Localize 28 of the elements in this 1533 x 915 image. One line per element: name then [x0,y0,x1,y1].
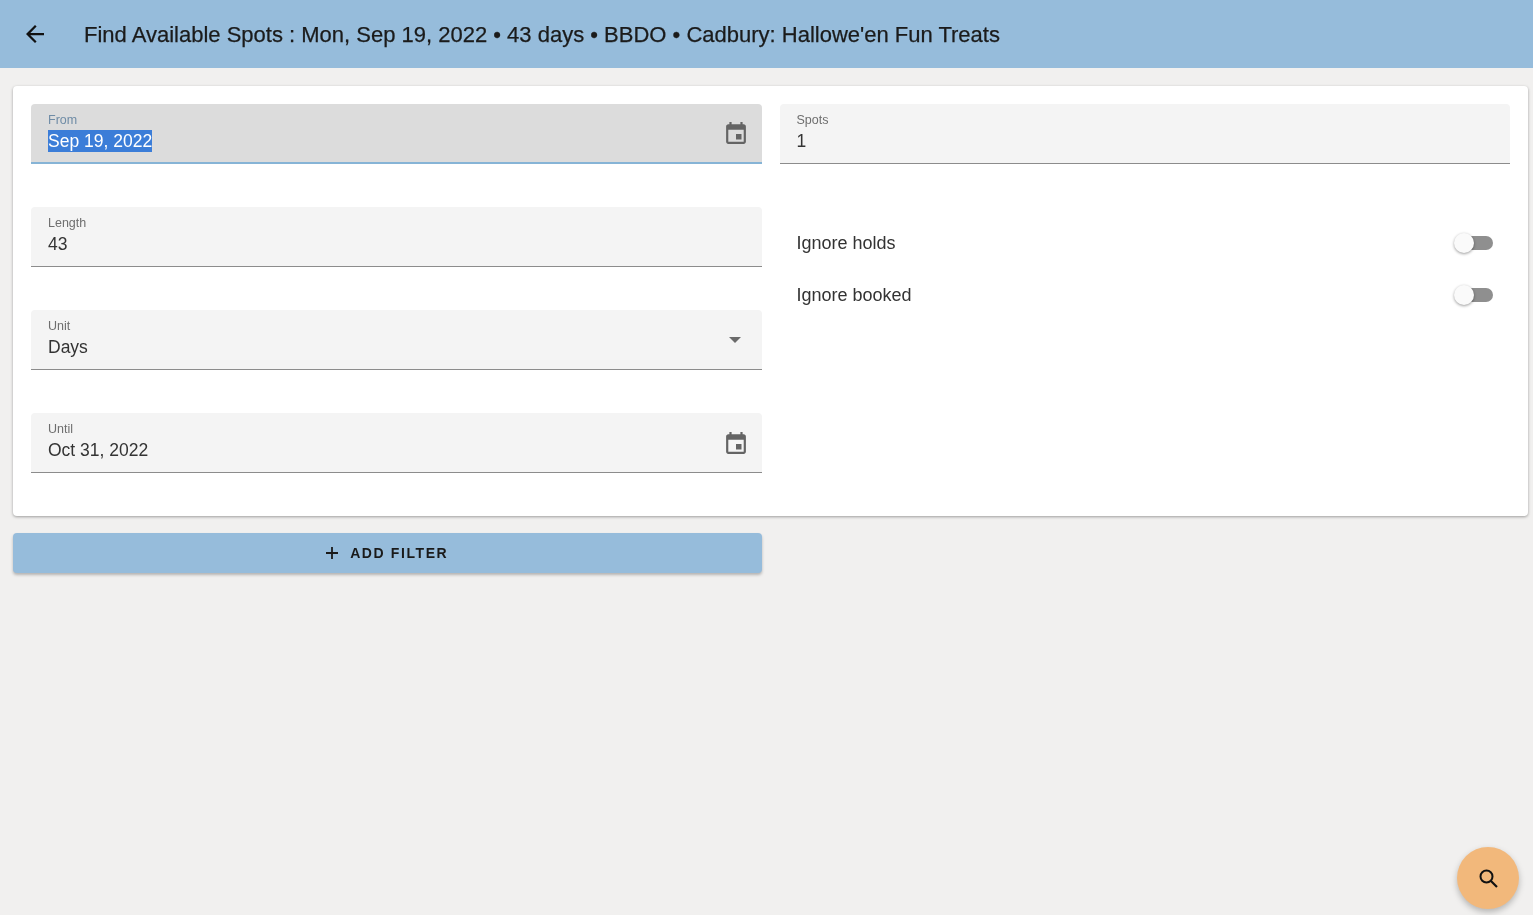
search-icon [1478,868,1498,888]
toggle-switch[interactable] [1453,232,1493,254]
field-value: 1 [796,130,807,152]
back-arrow-icon [26,25,44,43]
add-filter-button[interactable]: ADD FILTER [13,533,762,573]
caret-icon [728,336,741,343]
switch-label: Ignore booked [796,283,912,307]
field-label: Length [48,216,87,230]
text-field[interactable]: Length 43 [31,207,762,267]
plus-icon [326,547,339,559]
text-field[interactable]: Spots 1 [779,104,1510,164]
switch-label: Ignore holds [796,231,896,255]
field-value: 43 [48,233,68,255]
page-title: Find Available Spots : Mon, Sep 19, 2022 • 43 days • BBDO • Cadbury: Hallowe'en Fun Treats [84,20,1000,49]
field-label: Until [48,422,73,436]
field-label: Spots [796,113,829,127]
date-field[interactable]: Until Oct 31, 2022 [31,413,762,473]
dropdown-field[interactable]: Unit Days [31,310,762,370]
field-value: Oct 31, 2022 [48,439,149,461]
selected-field-value: Sep 19, 2022 [48,130,153,152]
calendar-icon [725,431,746,454]
field-value: Days [48,336,88,358]
field-label: Unit [48,319,71,333]
calendar-icon [725,122,746,144]
field-label: From [48,113,78,127]
search-button[interactable] [1457,847,1519,909]
toggle-switch[interactable] [1453,284,1493,306]
date-field[interactable]: From Sep 19, 2022 [31,104,762,164]
